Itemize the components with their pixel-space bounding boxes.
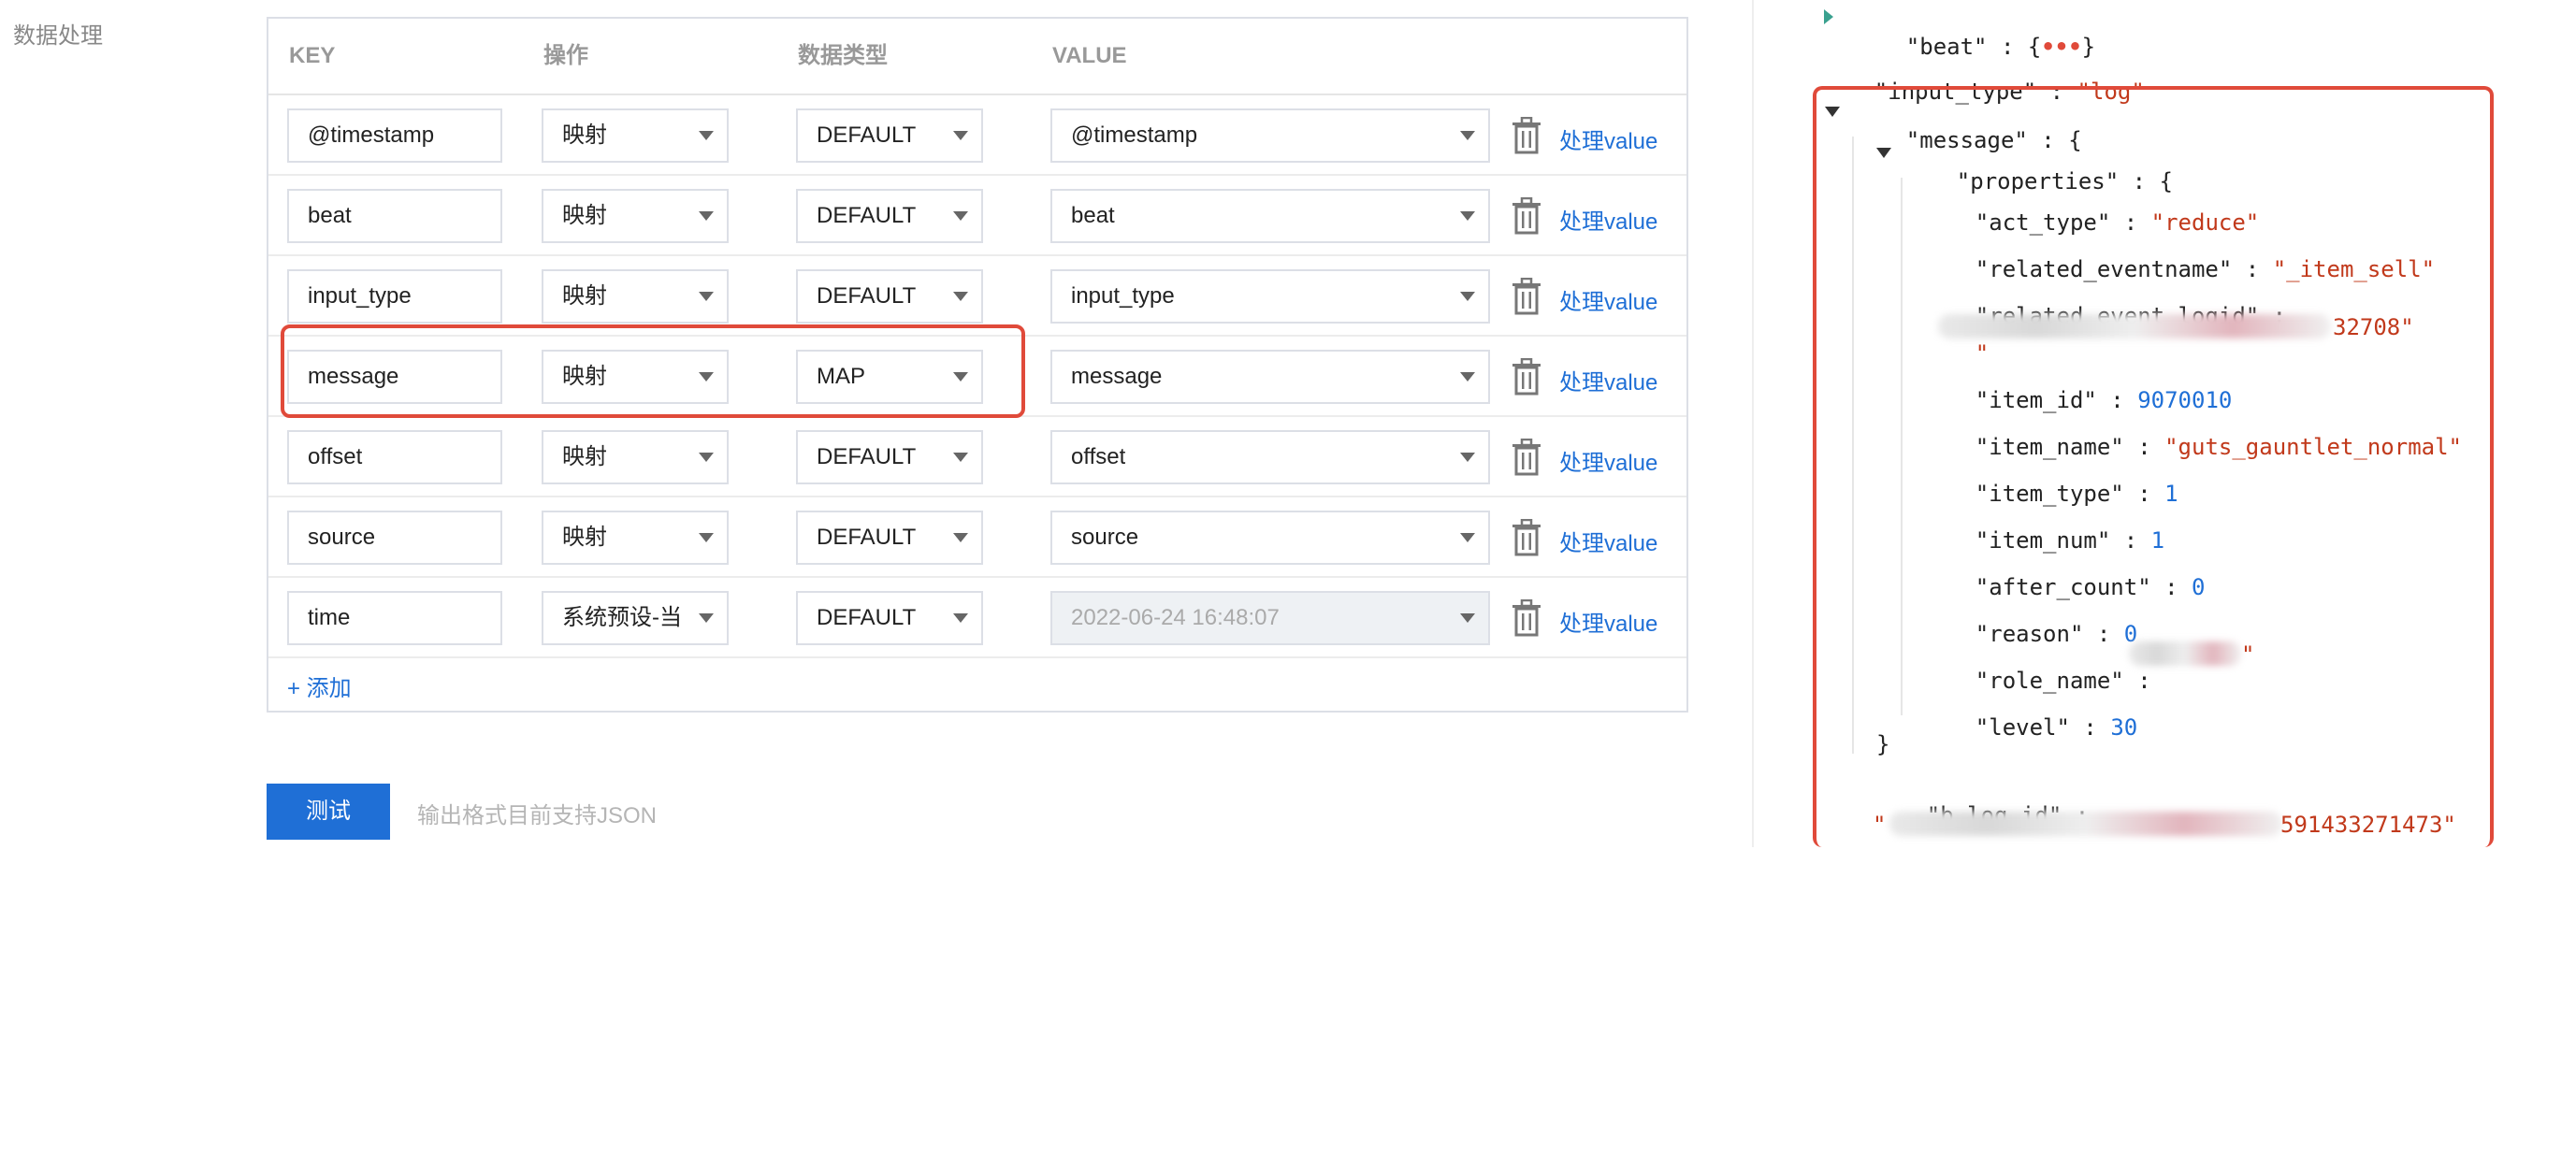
message-json-highlight [1813, 86, 2494, 847]
expand-beat-icon[interactable] [1824, 9, 1833, 24]
